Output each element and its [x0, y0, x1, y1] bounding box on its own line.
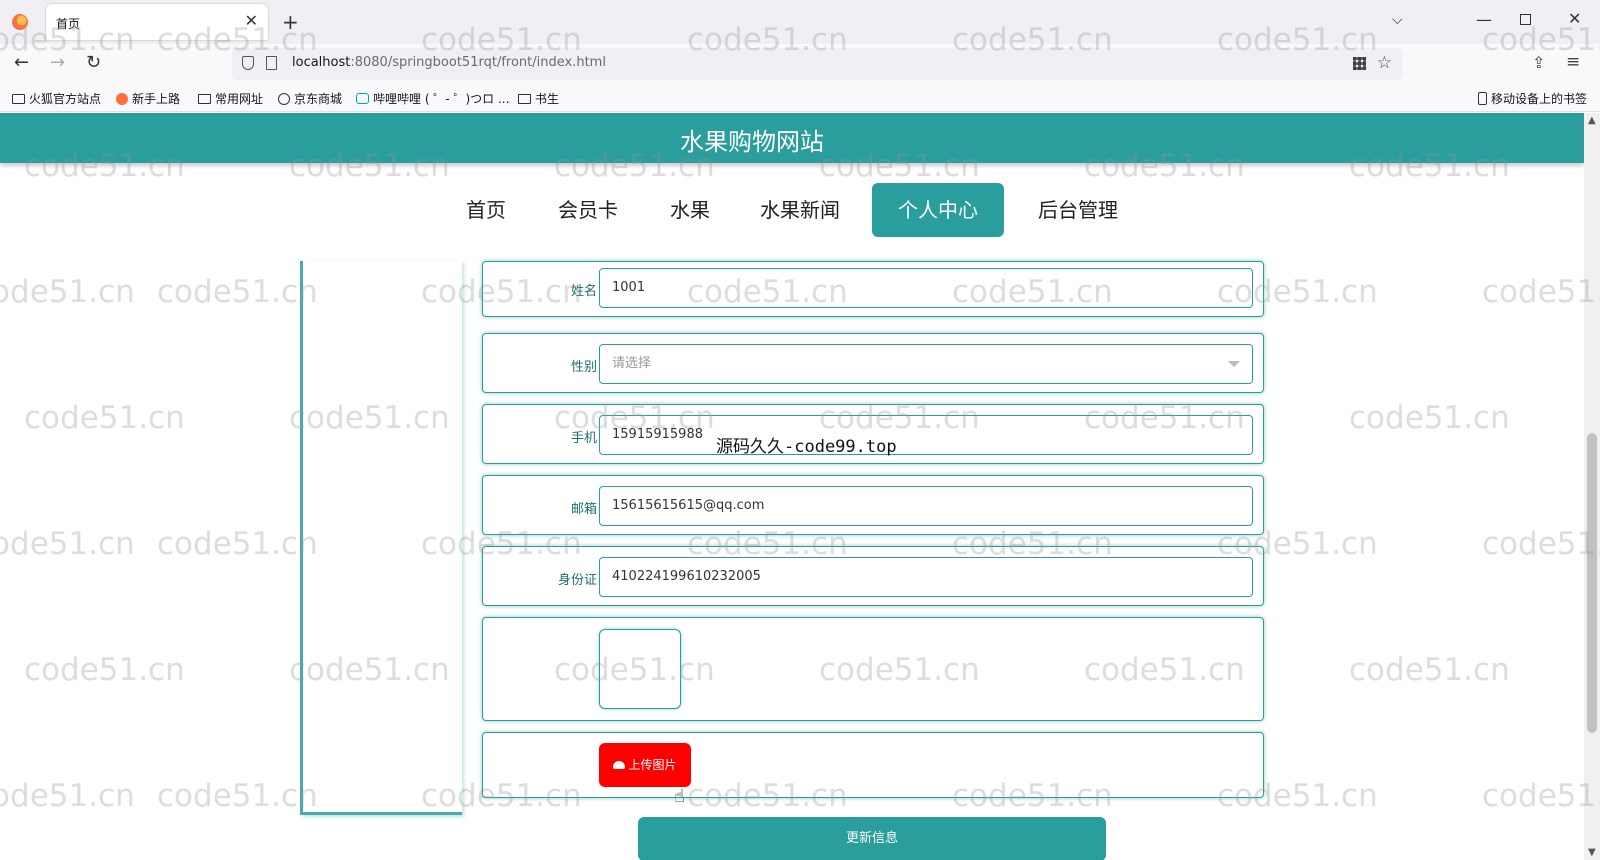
phone-input[interactable]: 15915915988 — [599, 415, 1253, 455]
email-input[interactable]: 15615615615@qq.com — [599, 486, 1253, 526]
email-label: 邮箱 — [570, 502, 597, 517]
bookmark-item[interactable]: 火狐官方站点 — [12, 90, 101, 107]
mobile-device-icon — [1478, 92, 1487, 105]
overlay-watermark-text: 源码久久-code99.top — [716, 437, 897, 457]
upload-image-label: 上传图片 — [628, 758, 677, 772]
tracking-shield-icon[interactable] — [242, 56, 254, 70]
bookmark-label: 常用网址 — [215, 92, 264, 106]
url-bar[interactable]: localhost:8080/springboot51rqt/front/ind… — [232, 48, 1402, 80]
bookmark-label: 京东商城 — [294, 92, 343, 106]
gender-select-placeholder: 请选择 — [612, 356, 652, 371]
bookmark-label: 火狐官方站点 — [29, 92, 102, 106]
forward-arrow-icon[interactable]: → — [50, 52, 65, 73]
url-path: :8080/springboot51rqt/front/index.html — [350, 55, 606, 70]
page-info-icon[interactable] — [266, 56, 277, 70]
qr-code-icon[interactable] — [1353, 57, 1366, 70]
sidebar-panel — [300, 261, 462, 815]
menu-item-home[interactable]: 首页 — [452, 183, 520, 237]
firefox-logo-icon — [12, 14, 28, 30]
browser-tab[interactable]: 首页 ✕ — [46, 4, 268, 40]
avatar-preview[interactable] — [599, 629, 681, 709]
window-restore-icon[interactable] — [1520, 14, 1531, 25]
update-info-button[interactable]: 更新信息 — [638, 817, 1106, 860]
hamburger-menu-icon[interactable]: ≡ — [1566, 52, 1580, 72]
idcard-label: 身份证 — [557, 573, 597, 588]
browser-nav-bar: ← → ↻ localhost:8080/springboot51rqt/fro… — [0, 44, 1600, 84]
tab-list-chevron-icon[interactable]: ⌵ — [1392, 12, 1403, 28]
form-row-idcard: 身份证 410224199610232005 — [482, 546, 1264, 606]
gender-select[interactable]: 请选择 — [599, 344, 1253, 384]
name-label: 姓名 — [570, 284, 597, 299]
bookmark-label: 书生 — [535, 92, 560, 106]
bookmark-label: 新手上路 — [132, 92, 181, 106]
menu-item-fruit[interactable]: 水果 — [656, 183, 724, 237]
hand-cursor-icon: ☝ — [674, 786, 685, 807]
bilibili-icon — [356, 93, 369, 104]
menu-item-personal-center[interactable]: 个人中心 — [872, 183, 1004, 237]
folder-icon — [12, 94, 25, 104]
bookmarks-bar: 火狐官方站点 新手上路 常用网址 京东商城 哔哩哔哩 ( ゜- ゜)つロ ...… — [0, 84, 1600, 112]
form-row-gender: 性别 请选择 — [482, 333, 1264, 393]
globe-icon — [278, 93, 290, 105]
form-row-upload: 上传图片 — [482, 732, 1264, 798]
back-arrow-icon[interactable]: ← — [14, 52, 29, 73]
scroll-down-icon[interactable]: ▼ — [1588, 847, 1596, 858]
bookmark-item[interactable]: 哔哩哔哩 ( ゜- ゜)つロ ... — [356, 90, 509, 107]
window-close-icon[interactable]: ✕ — [1568, 9, 1581, 28]
form-row-name: 姓名 1001 — [482, 261, 1264, 317]
name-input[interactable]: 1001 — [599, 268, 1253, 308]
page-viewport: 水果购物网站 首页 会员卡 水果 水果新闻 个人中心 后台管理 姓名 1001 … — [0, 113, 1600, 860]
scroll-up-icon[interactable]: ▲ — [1588, 115, 1596, 126]
cloud-upload-icon — [613, 761, 626, 769]
site-header: 水果购物网站 — [0, 113, 1584, 163]
browser-tab-bar: 首页 ✕ + ⌵ — ✕ — [0, 0, 1600, 44]
form-row-avatar-preview — [482, 617, 1264, 721]
bookmark-item[interactable]: 新手上路 — [116, 90, 180, 107]
idcard-input[interactable]: 410224199610232005 — [599, 557, 1253, 597]
chevron-down-icon — [1228, 361, 1240, 367]
bookmark-item[interactable]: 常用网址 — [198, 90, 263, 107]
bookmark-label: 移动设备上的书签 — [1491, 92, 1588, 106]
scrollbar-thumb[interactable] — [1587, 433, 1597, 733]
folder-icon — [198, 94, 211, 104]
tab-title: 首页 — [56, 17, 81, 31]
reload-icon[interactable]: ↻ — [86, 52, 101, 73]
folder-icon — [518, 94, 531, 104]
url-text[interactable]: localhost:8080/springboot51rqt/front/ind… — [292, 55, 606, 70]
bookmark-label: 哔哩哔哩 ( ゜- ゜)つロ ... — [373, 92, 510, 106]
bookmark-item[interactable]: 书生 — [518, 90, 559, 107]
menu-item-admin[interactable]: 后台管理 — [1030, 183, 1126, 237]
page-scrollbar[interactable]: ▲ ▼ — [1584, 113, 1600, 860]
new-tab-icon[interactable]: + — [282, 10, 299, 34]
phone-label: 手机 — [570, 431, 597, 446]
firefox-icon — [116, 93, 128, 105]
upload-image-button[interactable]: 上传图片 — [599, 743, 691, 787]
bookmark-item[interactable]: 京东商城 — [278, 90, 342, 107]
site-title: 水果购物网站 — [680, 128, 824, 156]
mobile-bookmarks[interactable]: 移动设备上的书签 — [1478, 90, 1587, 107]
window-minimize-icon[interactable]: — — [1476, 10, 1492, 29]
extensions-icon[interactable]: ⇪ — [1532, 53, 1545, 72]
form-row-email: 邮箱 15615615615@qq.com — [482, 475, 1264, 535]
bookmark-star-icon[interactable]: ☆ — [1377, 53, 1392, 73]
menu-item-fruit-news[interactable]: 水果新闻 — [752, 183, 848, 237]
tab-close-icon[interactable]: ✕ — [245, 11, 258, 30]
gender-label: 性别 — [570, 360, 597, 375]
menu-item-membership-card[interactable]: 会员卡 — [548, 183, 628, 237]
url-host: localhost — [292, 55, 351, 70]
